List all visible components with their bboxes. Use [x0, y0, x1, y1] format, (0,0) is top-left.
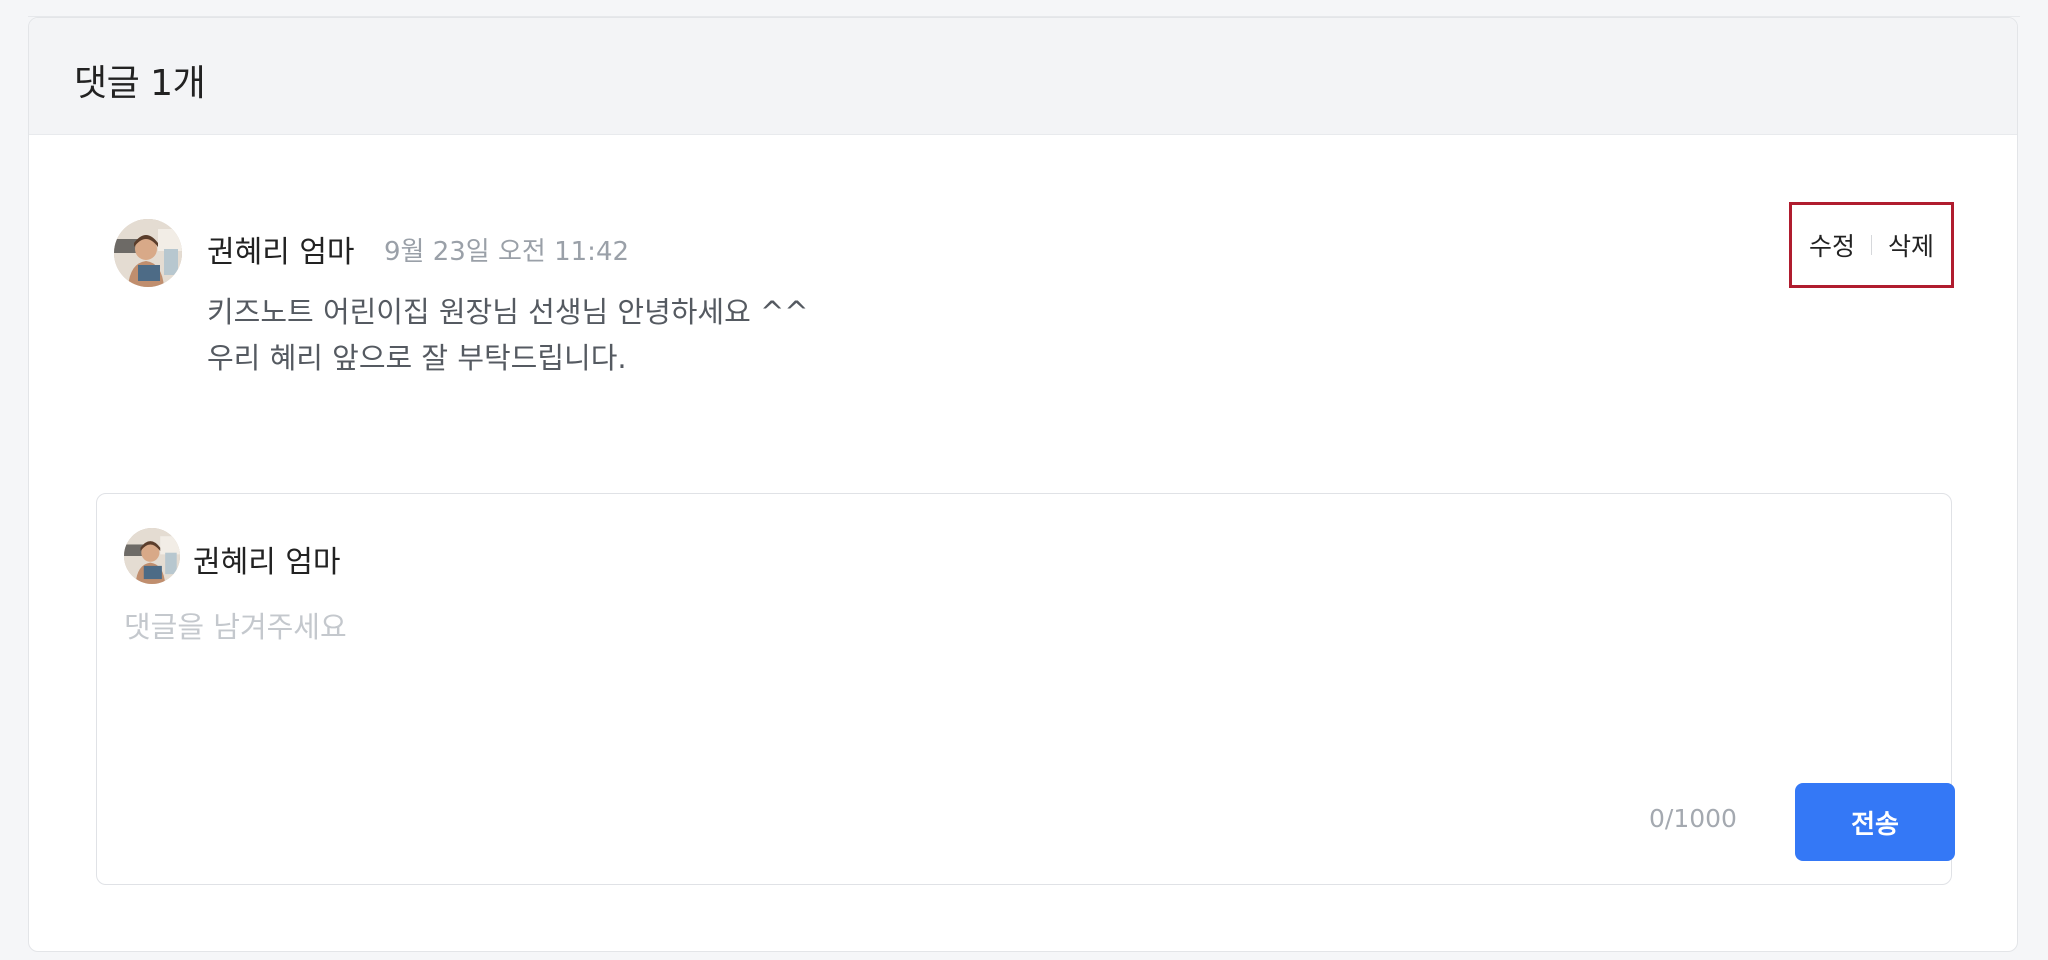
comment-item: 권혜리 엄마 9월 23일 오전 11:42 키즈노트 어린이집 원장님 선생님… — [29, 134, 2017, 394]
composer-author-name: 권혜리 엄마 — [193, 545, 341, 580]
comment-author-name: 권혜리 엄마 — [207, 235, 355, 270]
comment-avatar-icon — [114, 219, 182, 287]
comment-actions-highlight: 수정 삭제 — [1789, 202, 1954, 288]
comment-body-line: 우리 혜리 앞으로 잘 부탁드립니다. — [207, 341, 627, 375]
send-button[interactable]: 전송 — [1795, 783, 1955, 861]
comments-count-title: 댓글 1개 — [74, 63, 206, 104]
comments-card: 댓글 1개 권혜리 엄마 9월 23일 오전 11:42 키즈노트 어린이집 원… — [28, 17, 2018, 952]
comment-body: 키즈노트 어린이집 원장님 선생님 안녕하세요 ^^ 우리 혜리 앞으로 잘 부… — [207, 289, 809, 381]
comments-header: 댓글 1개 — [29, 18, 2017, 135]
comment-body-line: 키즈노트 어린이집 원장님 선생님 안녕하세요 ^^ — [207, 295, 809, 329]
previous-section-edge — [28, 0, 2020, 17]
comment-timestamp: 9월 23일 오전 11:42 — [384, 237, 630, 267]
delete-comment-button[interactable]: 삭제 — [1884, 227, 1938, 263]
comment-composer: 권혜리 엄마 0/1000 전송 — [96, 493, 1955, 885]
composer-avatar-icon — [124, 528, 180, 584]
char-counter: 0/1000 — [1649, 804, 1737, 833]
action-divider — [1871, 235, 1872, 255]
comment-input[interactable] — [124, 604, 1914, 754]
edit-comment-button[interactable]: 수정 — [1805, 227, 1859, 263]
